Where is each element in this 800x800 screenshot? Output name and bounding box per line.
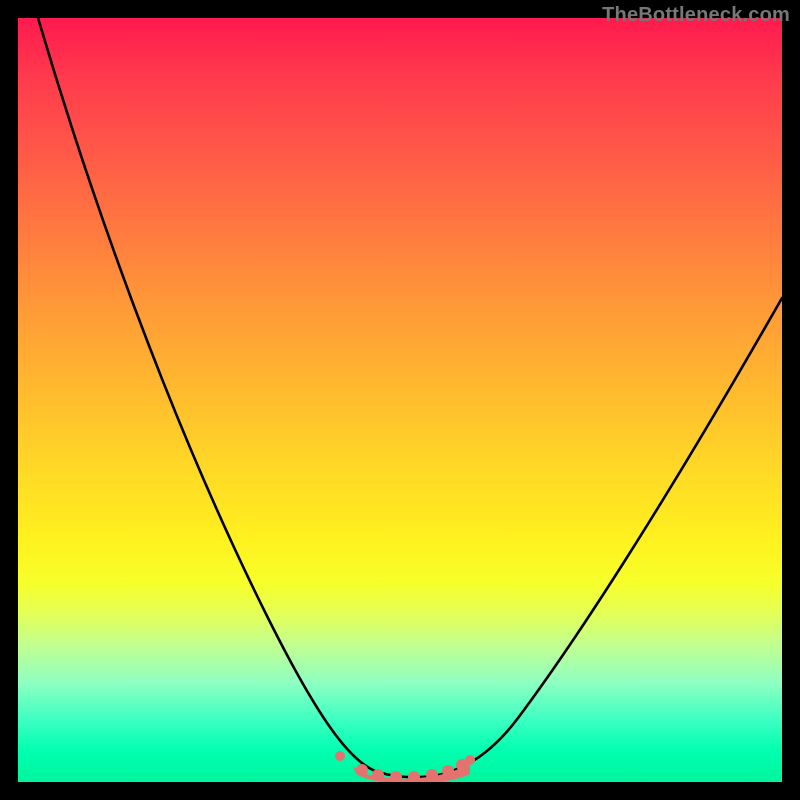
bottleneck-curve-path: [38, 18, 782, 777]
bottleneck-curve-svg: [18, 18, 782, 782]
chart-plot-area: [18, 18, 782, 782]
watermark-text: TheBottleneck.com: [602, 4, 790, 27]
